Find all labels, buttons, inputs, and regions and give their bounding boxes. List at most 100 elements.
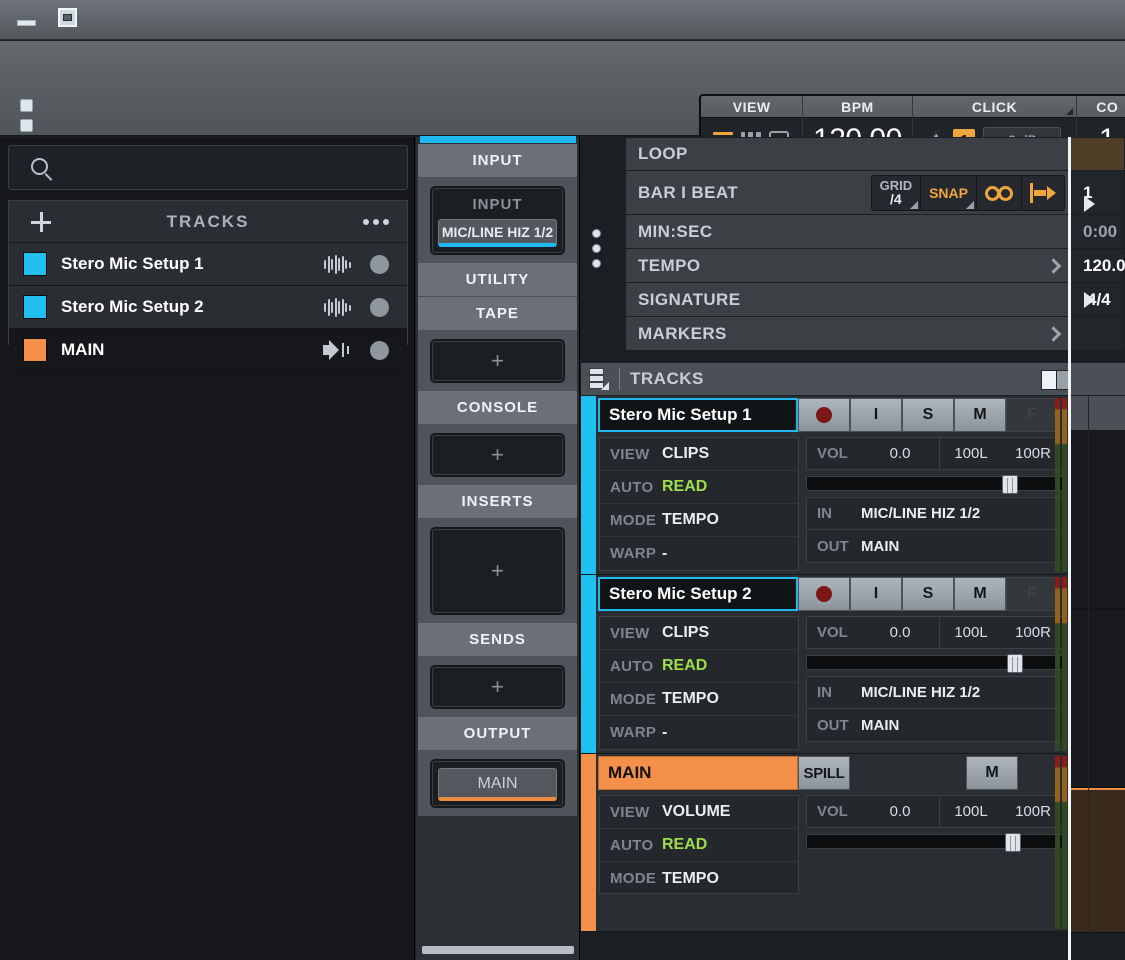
param-view[interactable]: VIEW VOLUME <box>600 796 798 829</box>
inspector-horizontal-scrollbar[interactable] <box>422 946 574 954</box>
snap-dropdown-corner-icon[interactable] <box>966 201 974 209</box>
out-value[interactable]: MAIN <box>861 538 899 555</box>
volume-fader[interactable] <box>806 475 1065 494</box>
track-color-swatch[interactable] <box>23 252 47 276</box>
console-add-slot[interactable]: + <box>430 433 565 477</box>
volume-fader[interactable] <box>806 833 1065 852</box>
lane-main[interactable] <box>1071 396 1125 933</box>
param-warp[interactable]: WARP - <box>600 537 798 570</box>
volume-fader[interactable] <box>806 654 1065 673</box>
param-auto[interactable]: AUTO READ <box>600 471 798 504</box>
mute-button[interactable]: M <box>954 577 1006 611</box>
track-status-dot[interactable] <box>370 255 389 274</box>
mute-button[interactable]: M <box>966 756 1018 790</box>
track-name-field[interactable]: MAIN <box>598 756 798 790</box>
grid-dropdown-corner-icon[interactable] <box>910 201 919 209</box>
click-dropdown-corner-icon[interactable] <box>1066 108 1074 115</box>
snap-toggle[interactable]: SNAP <box>921 176 977 210</box>
volume-row[interactable]: VOL 0.0 100L 100R <box>806 616 1065 649</box>
input-row[interactable]: IN MIC/LINE HIZ 1/2 <box>806 497 1065 530</box>
inspector-section-input[interactable]: INPUT <box>418 144 577 178</box>
inspector-section-console[interactable]: CONSOLE <box>418 391 577 425</box>
browser-track-row-1[interactable]: Stero Mic Setup 1 <box>9 243 407 286</box>
sends-add-slot[interactable]: + <box>430 665 565 709</box>
param-view[interactable]: VIEW CLIPS <box>600 617 798 650</box>
ruler-row-tempo[interactable]: TEMPO <box>625 249 1070 283</box>
track-name-field[interactable]: Stero Mic Setup 1 <box>598 398 798 432</box>
vol-value[interactable]: 0.0 <box>861 624 939 641</box>
inspector-section-output[interactable]: OUTPUT <box>418 717 577 751</box>
input-monitor-button[interactable]: I <box>850 398 902 432</box>
lane-track-1[interactable] <box>1071 396 1125 933</box>
param-mode[interactable]: MODE TEMPO <box>600 862 798 895</box>
spill-button[interactable]: SPILL <box>798 756 850 790</box>
ruler-row-loop[interactable]: LOOP <box>625 137 1070 171</box>
markers-value-cell[interactable] <box>1070 317 1125 351</box>
vol-value[interactable]: 0.0 <box>861 803 939 820</box>
param-auto[interactable]: AUTO READ <box>600 829 798 862</box>
add-track-button[interactable] <box>31 212 51 232</box>
out-value[interactable]: MAIN <box>861 717 899 734</box>
ruler-row-min-sec[interactable]: MIN:SEC <box>625 215 1070 249</box>
ruler-row-signature[interactable]: SIGNATURE <box>625 283 1070 317</box>
in-value[interactable]: MIC/LINE HIZ 1/2 <box>861 505 980 522</box>
track-color-bar[interactable] <box>581 396 596 574</box>
browser-track-row-2[interactable]: Stero Mic Setup 2 <box>9 286 407 329</box>
track-status-dot[interactable] <box>370 298 389 317</box>
inspector-section-tape[interactable]: TAPE <box>418 297 577 331</box>
pan-left-value[interactable]: 100L <box>940 624 1002 641</box>
output-row[interactable]: OUT MAIN <box>806 530 1065 563</box>
track-color-swatch[interactable] <box>23 338 47 362</box>
follow-playhead-toggle[interactable] <box>1022 176 1064 210</box>
minimize-button[interactable] <box>17 20 36 26</box>
input-slot-value[interactable]: MIC/LINE HIZ 1/2 <box>438 219 557 247</box>
solo-button[interactable]: S <box>902 577 954 611</box>
param-mode[interactable]: MODE TEMPO <box>600 683 798 716</box>
inspector-section-sends[interactable]: SENDS <box>418 623 577 657</box>
inspector-section-inserts[interactable]: INSERTS <box>418 485 577 519</box>
maximize-button[interactable] <box>58 8 77 27</box>
lane-track-2[interactable] <box>1071 396 1125 933</box>
tape-add-slot[interactable]: + <box>430 339 565 383</box>
track-name-field[interactable]: Stero Mic Setup 2 <box>598 577 798 611</box>
input-slot[interactable]: INPUT MIC/LINE HIZ 1/2 <box>430 186 565 255</box>
split-panes-icon[interactable] <box>1041 370 1071 390</box>
chevron-right-icon[interactable] <box>1045 257 1062 274</box>
search-input[interactable] <box>8 145 408 190</box>
mute-button[interactable]: M <box>954 398 1006 432</box>
ruler-row-bar-beat[interactable]: BAR I BEAT GRID /4 SNAP <box>625 171 1070 215</box>
track-color-bar[interactable] <box>581 575 596 753</box>
loop-region-block[interactable] <box>1070 137 1125 171</box>
min-sec-value-cell[interactable]: 0:00 <box>1070 215 1125 249</box>
bar-beat-value-cell[interactable]: 1 <box>1070 171 1125 215</box>
pan-left-value[interactable]: 100L <box>940 803 1002 820</box>
signature-value-cell[interactable]: 4/4 <box>1070 283 1125 317</box>
track-color-swatch[interactable] <box>23 295 47 319</box>
grid-selector[interactable]: GRID /4 <box>872 176 922 210</box>
ruler-drag-handle[interactable] <box>592 229 601 274</box>
record-arm-button[interactable] <box>798 577 850 611</box>
loop-toggle[interactable] <box>977 176 1022 210</box>
volume-row[interactable]: VOL 0.0 100L 100R <box>806 795 1065 828</box>
chevron-right-icon[interactable] <box>1045 325 1062 342</box>
param-warp[interactable]: WARP - <box>600 716 798 749</box>
solo-button[interactable]: S <box>902 398 954 432</box>
freeze-button[interactable]: F <box>1006 577 1058 611</box>
vol-value[interactable]: 0.0 <box>861 445 939 462</box>
inserts-add-slot[interactable]: + <box>430 527 565 615</box>
param-view[interactable]: VIEW CLIPS <box>600 438 798 471</box>
output-row[interactable]: OUT MAIN <box>806 709 1065 742</box>
param-mode[interactable]: MODE TEMPO <box>600 504 798 537</box>
track-status-dot[interactable] <box>370 341 389 360</box>
input-monitor-button[interactable]: I <box>850 577 902 611</box>
track-color-bar[interactable] <box>581 754 596 931</box>
playhead[interactable] <box>1068 137 1071 960</box>
browser-track-row-3[interactable]: MAIN <box>9 329 407 372</box>
in-value[interactable]: MIC/LINE HIZ 1/2 <box>861 684 980 701</box>
freeze-button[interactable]: F <box>1006 398 1058 432</box>
param-auto[interactable]: AUTO READ <box>600 650 798 683</box>
input-row[interactable]: IN MIC/LINE HIZ 1/2 <box>806 676 1065 709</box>
track-layout-icon[interactable] <box>589 368 609 390</box>
inspector-section-utility[interactable]: UTILITY <box>418 263 577 297</box>
ruler-row-markers[interactable]: MARKERS <box>625 317 1070 351</box>
